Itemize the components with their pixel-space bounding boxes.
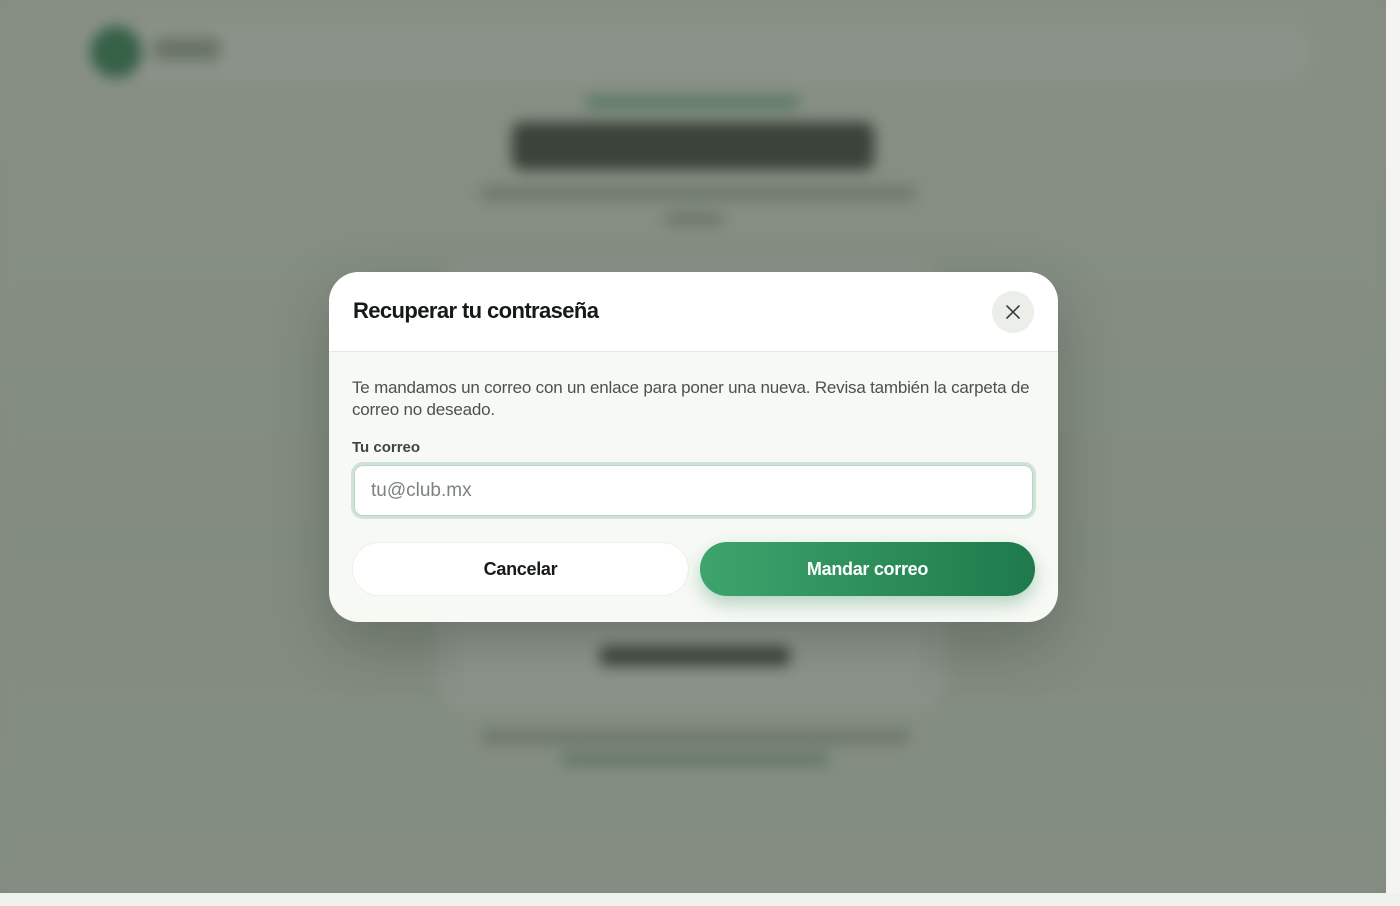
recover-password-modal: Recuperar tu contraseña Te mandamos un c… bbox=[329, 272, 1058, 622]
modal-title: Recuperar tu contraseña bbox=[353, 298, 599, 323]
send-email-button[interactable]: Mandar correo bbox=[700, 542, 1035, 596]
modal-header: Recuperar tu contraseña bbox=[329, 272, 1058, 352]
scrollbar[interactable] bbox=[1386, 0, 1400, 893]
email-input[interactable] bbox=[351, 462, 1036, 519]
cancel-button[interactable]: Cancelar bbox=[352, 542, 689, 596]
close-icon bbox=[1006, 305, 1020, 319]
page-viewport: Recuperar tu contraseña Te mandamos un c… bbox=[0, 0, 1386, 893]
modal-description: Te mandamos un correo con un enlace para… bbox=[352, 378, 1030, 419]
email-label: Tu correo bbox=[352, 439, 421, 456]
bottom-strip bbox=[0, 893, 1400, 906]
close-button[interactable] bbox=[992, 291, 1034, 333]
